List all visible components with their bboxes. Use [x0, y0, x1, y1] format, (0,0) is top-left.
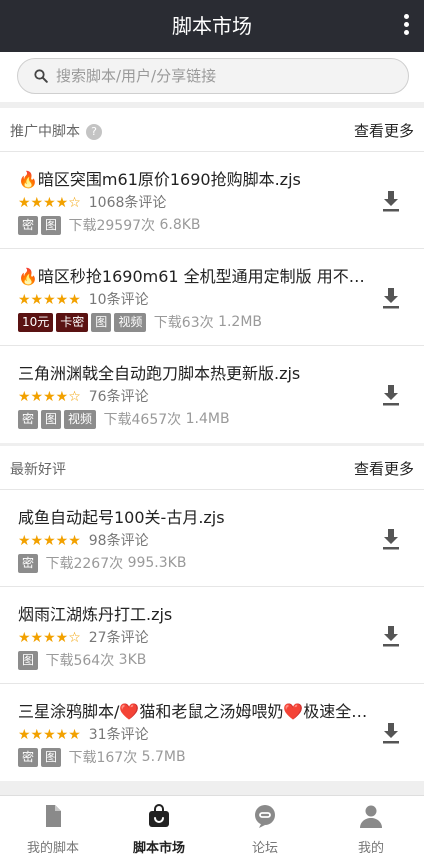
tag-image: 图: [41, 747, 62, 767]
script-name: 咸鱼自动起号100关-古月.zjs: [18, 508, 225, 527]
tab-label: 论坛: [251, 841, 278, 856]
script-item[interactable]: 三星涂鸦脚本/❤️猫和老鼠之汤姆喂奶❤️极速全… ★★★★★ 31条评论 密图 下…: [0, 684, 424, 781]
download-count: 下载4657次: [103, 412, 182, 428]
tag-encrypted: 密: [18, 215, 39, 235]
script-meta: 图 下载564次 3KB: [18, 650, 146, 670]
file-size: 995.3KB: [127, 555, 187, 571]
tag-encrypted: 密: [18, 409, 39, 429]
file-size: 5.7MB: [141, 749, 186, 765]
script-rating: ★★★★☆ 76条评论: [18, 386, 149, 406]
review-count: 98条评论: [88, 533, 149, 549]
person-icon: [360, 805, 382, 828]
script-item[interactable]: 烟雨江湖炼丹打工.zjs ★★★★☆ 27条评论 图 下载564次 3KB: [0, 587, 424, 684]
review-count: 31条评论: [88, 727, 149, 743]
script-rating: ★★★★☆ 27条评论: [18, 627, 149, 647]
search-box[interactable]: [17, 58, 409, 94]
script-rating: ★★★★☆ 1068条评论: [18, 192, 166, 212]
download-icon[interactable]: [382, 190, 400, 212]
script-name: 烟雨江湖炼丹打工.zjs: [18, 605, 173, 624]
script-name: 🔥暗区秒抢1690m61 全机型通用定制版 用不了…: [18, 267, 368, 286]
script-item[interactable]: 三角洲渊戟全自动跑刀脚本热更新版.zjs ★★★★☆ 76条评论 密图视频 下载4…: [0, 346, 424, 443]
tag-image: 图: [91, 312, 112, 332]
star-rating: ★★★★☆: [18, 195, 81, 211]
bottom-navigation: 我的脚本 脚本市场 论坛 我的: [0, 795, 424, 860]
file-size: 3KB: [118, 652, 147, 668]
file-size: 1.2MB: [218, 314, 263, 330]
script-meta: 密图视频 下载4657次 1.4MB: [18, 409, 230, 429]
search-input[interactable]: [56, 59, 396, 93]
tag-video: 视频: [114, 312, 147, 332]
shopping-bag-icon: [149, 804, 169, 827]
review-count: 76条评论: [88, 389, 149, 405]
download-icon[interactable]: [382, 722, 400, 744]
tab-forum[interactable]: 论坛: [212, 796, 318, 860]
top-app-bar: 脚本市场: [0, 0, 424, 52]
script-rating: ★★★★★ 10条评论: [18, 289, 149, 309]
download-count: 下载564次: [45, 653, 115, 669]
download-icon[interactable]: [382, 384, 400, 406]
script-rating: ★★★★★ 98条评论: [18, 530, 149, 550]
download-count: 下载29597次: [68, 218, 156, 234]
tab-my-scripts[interactable]: 我的脚本: [0, 796, 106, 860]
script-meta: 10元 卡密图视频 下载63次 1.2MB: [18, 312, 262, 332]
tag-image: 图: [41, 215, 62, 235]
star-rating: ★★★★★: [18, 292, 81, 308]
tag-encrypted: 密: [18, 747, 39, 767]
star-rating: ★★★★☆: [18, 389, 81, 405]
latest-section: 最新好评 查看更多 咸鱼自动起号100关-古月.zjs ★★★★★ 98条评论 密…: [0, 446, 424, 781]
star-rating: ★★★★★: [18, 533, 81, 549]
download-count: 下载2267次: [45, 556, 124, 572]
search-icon: [34, 69, 48, 83]
script-name: 🔥暗区突围m61原价1690抢购脚本.zjs: [18, 170, 301, 189]
chat-bubble-icon: [255, 805, 275, 828]
tag-image: 图: [18, 650, 39, 670]
section-title: 最新好评: [10, 462, 66, 478]
download-icon[interactable]: [382, 287, 400, 309]
tab-script-market[interactable]: 脚本市场: [106, 796, 212, 860]
search-area: [0, 52, 424, 102]
script-name: 三星涂鸦脚本/❤️猫和老鼠之汤姆喂奶❤️极速全…: [18, 702, 368, 721]
script-rating: ★★★★★ 31条评论: [18, 724, 149, 744]
page-title: 脚本市场: [172, 14, 252, 38]
price-badge: 10元: [18, 312, 54, 332]
script-item[interactable]: 🔥暗区秒抢1690m61 全机型通用定制版 用不了… ★★★★★ 10条评论 10…: [0, 249, 424, 346]
download-count: 下载167次: [68, 750, 138, 766]
section-title: 推广中脚本?: [10, 121, 102, 141]
script-item[interactable]: 咸鱼自动起号100关-古月.zjs ★★★★★ 98条评论 密 下载2267次 9…: [0, 490, 424, 587]
tab-label: 我的: [357, 841, 384, 856]
document-icon: [46, 805, 61, 827]
tag-image: 图: [41, 409, 62, 429]
section-header: 推广中脚本? 查看更多: [0, 108, 424, 152]
star-rating: ★★★★☆: [18, 630, 81, 646]
file-size: 6.8KB: [159, 217, 201, 233]
script-item[interactable]: 🔥暗区突围m61原价1690抢购脚本.zjs ★★★★☆ 1068条评论 密图 下…: [0, 152, 424, 249]
tag-encrypted: 密: [18, 553, 39, 573]
view-more-link[interactable]: 查看更多: [354, 458, 414, 479]
tab-label: 我的脚本: [26, 841, 79, 856]
tab-me[interactable]: 我的: [318, 796, 424, 860]
file-size: 1.4MB: [185, 411, 230, 427]
star-rating: ★★★★★: [18, 727, 81, 743]
download-icon[interactable]: [382, 625, 400, 647]
tag-video: 视频: [64, 409, 97, 429]
help-icon[interactable]: ?: [86, 124, 102, 140]
review-count: 27条评论: [88, 630, 149, 646]
more-vertical-icon[interactable]: [402, 14, 410, 38]
script-name: 三角洲渊戟全自动跑刀脚本热更新版.zjs: [18, 364, 301, 383]
download-count: 下载63次: [153, 315, 214, 331]
script-meta: 密图 下载167次 5.7MB: [18, 747, 186, 767]
tab-label: 脚本市场: [132, 841, 185, 856]
script-meta: 密图 下载29597次 6.8KB: [18, 215, 201, 235]
view-more-link[interactable]: 查看更多: [354, 120, 414, 141]
tag-card-key: 卡密: [56, 312, 89, 332]
section-header: 最新好评 查看更多: [0, 446, 424, 490]
script-meta: 密 下载2267次 995.3KB: [18, 553, 186, 573]
promoted-section: 推广中脚本? 查看更多 🔥暗区突围m61原价1690抢购脚本.zjs ★★★★☆…: [0, 108, 424, 443]
review-count: 1068条评论: [88, 195, 167, 211]
review-count: 10条评论: [88, 292, 149, 308]
download-icon[interactable]: [382, 528, 400, 550]
